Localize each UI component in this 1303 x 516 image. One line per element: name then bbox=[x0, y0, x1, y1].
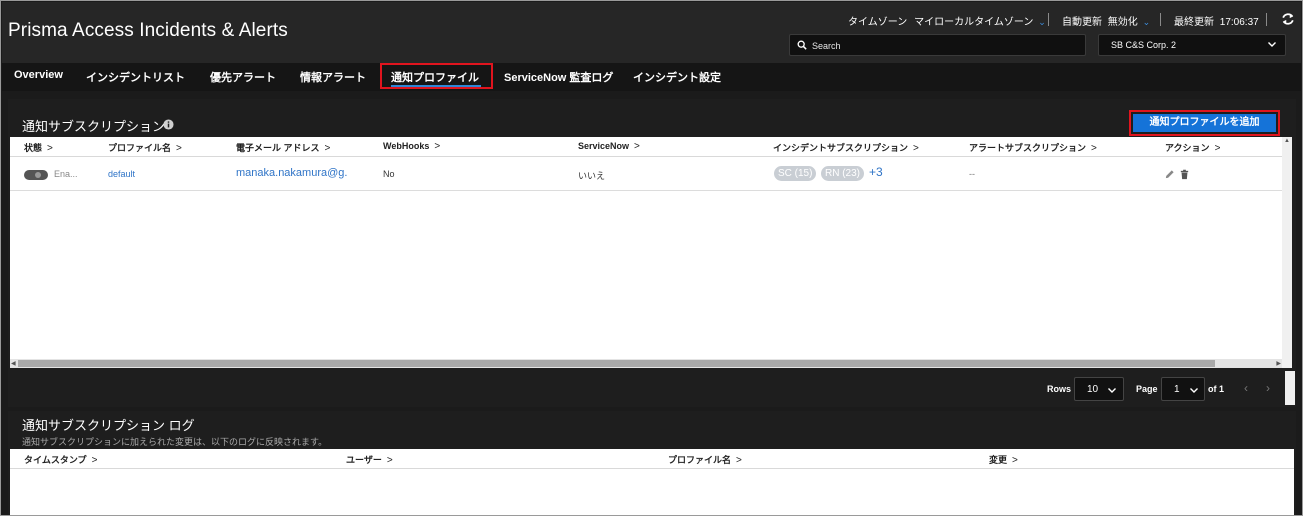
status-toggle[interactable] bbox=[24, 170, 48, 180]
active-tab-underline bbox=[391, 85, 481, 87]
tab-priority-alerts[interactable]: 優先アラート bbox=[210, 69, 276, 85]
last-update-time: 17:06:37 bbox=[1219, 17, 1259, 28]
scroll-right-icon[interactable]: ▶ bbox=[1276, 360, 1281, 367]
chevron-down-icon: ⌄ bbox=[1142, 17, 1151, 27]
column-header[interactable]: 電子メール アドレス > bbox=[236, 141, 330, 154]
servicenow-value: いいえ bbox=[578, 171, 606, 181]
scroll-left-icon[interactable]: ◀ bbox=[11, 360, 16, 367]
log-table: タイムスタンプ > ユーザー > プロファイル名 > 変更 > bbox=[10, 449, 1294, 515]
prev-page-button[interactable]: ‹ bbox=[1237, 379, 1255, 397]
outer-vertical-scrollbar[interactable] bbox=[1285, 371, 1295, 405]
chevron-down-icon bbox=[1268, 42, 1276, 47]
search-input[interactable] bbox=[812, 38, 1072, 53]
app-header: Prisma Access Incidents & Alerts タイムゾーン … bbox=[2, 2, 1301, 63]
page-label: Page bbox=[1136, 384, 1158, 394]
page-total: of 1 bbox=[1208, 384, 1225, 394]
last-update-label: 最終更新 bbox=[1174, 17, 1214, 28]
page-value: 1 bbox=[1174, 384, 1180, 395]
add-notification-profile-button[interactable]: 通知プロファイルを追加 bbox=[1133, 114, 1276, 132]
chevron-down-icon: ⌄ bbox=[1038, 17, 1046, 27]
column-header[interactable]: ユーザー > bbox=[346, 453, 393, 466]
column-header[interactable]: インシデントサブスクリプション > bbox=[773, 141, 919, 154]
tenant-value: SB C&S Corp. 2 bbox=[1111, 40, 1177, 50]
page-select[interactable]: 1 bbox=[1161, 377, 1205, 401]
last-update: 最終更新 17:06:37 bbox=[1174, 13, 1259, 28]
column-header[interactable]: ServiceNow > bbox=[578, 141, 640, 152]
email-link[interactable]: manaka.nakamura@g. bbox=[236, 167, 347, 179]
tab-overview[interactable]: Overview bbox=[14, 69, 63, 81]
trash-icon[interactable] bbox=[1179, 169, 1190, 180]
subscriptions-table: 状態 > プロファイル名 > 電子メール アドレス > WebHooks > Servi… bbox=[10, 137, 1282, 368]
column-header[interactable]: タイムスタンプ > bbox=[24, 453, 97, 466]
tab-info-alerts[interactable]: 情報アラート bbox=[300, 69, 366, 85]
table-row: Ena... default manaka.nakamura@g. No いいえ… bbox=[10, 158, 1282, 191]
chevron-down-icon bbox=[1108, 388, 1116, 393]
main-nav: Overview インシデントリスト 優先アラート 情報アラート 通知プロファイ… bbox=[2, 63, 1301, 91]
column-header[interactable]: プロファイル名 > bbox=[108, 141, 182, 154]
header-divider bbox=[1160, 13, 1161, 26]
incident-pill-rn: RN (23) bbox=[821, 166, 865, 181]
timezone-selector[interactable]: タイムゾーン マイローカルタイムゾーン ⌄ bbox=[848, 13, 1046, 28]
tab-incident-list[interactable]: インシデントリスト bbox=[86, 69, 185, 85]
alert-subscription-value: -- bbox=[969, 169, 975, 179]
tab-incident-settings[interactable]: インシデント設定 bbox=[633, 69, 721, 85]
subscription-log-panel: 通知サブスクリプション ログ 通知サブスクリプションに加えられた変更は、以下のロ… bbox=[8, 411, 1296, 515]
rows-per-page-value: 10 bbox=[1087, 384, 1099, 395]
app-title: Prisma Access Incidents & Alerts bbox=[8, 20, 288, 41]
incident-more-link[interactable]: +3 bbox=[869, 165, 883, 179]
edit-icon[interactable] bbox=[1164, 169, 1175, 180]
header-divider bbox=[1266, 13, 1267, 26]
column-header[interactable]: アラートサブスクリプション > bbox=[969, 141, 1097, 154]
column-header[interactable]: プロファイル名 > bbox=[668, 453, 742, 466]
vertical-scrollbar[interactable]: ▲ bbox=[1282, 137, 1292, 368]
add-button-highlight: 通知プロファイルを追加 bbox=[1129, 110, 1280, 136]
tab-servicenow-audit-log[interactable]: ServiceNow 監査ログ bbox=[504, 69, 613, 85]
info-icon[interactable] bbox=[163, 119, 174, 130]
rows-label: Rows bbox=[1047, 384, 1072, 394]
table-header: タイムスタンプ > ユーザー > プロファイル名 > 変更 > bbox=[10, 449, 1294, 469]
next-page-button[interactable]: › bbox=[1259, 379, 1277, 397]
pagination: Rows 10 Page 1 of 1 ‹ › bbox=[8, 371, 1296, 405]
status-text: Ena... bbox=[54, 169, 78, 179]
column-header[interactable]: 状態 > bbox=[24, 141, 53, 154]
refresh-icon[interactable] bbox=[1281, 12, 1295, 26]
toggle-knob bbox=[35, 172, 41, 178]
profile-name-link[interactable]: default bbox=[108, 169, 135, 179]
timezone-label: タイムゾーン bbox=[848, 17, 908, 28]
header-divider bbox=[1048, 13, 1049, 26]
scroll-up-icon[interactable]: ▲ bbox=[1284, 138, 1290, 144]
timezone-value: マイローカルタイムゾーン bbox=[914, 17, 1034, 28]
webhooks-value: No bbox=[383, 169, 395, 179]
chevron-down-icon bbox=[1190, 388, 1198, 393]
incident-pill-sc: SC (15) bbox=[774, 166, 817, 181]
tenant-select[interactable]: SB C&S Corp. 2 bbox=[1098, 34, 1286, 56]
tab-notification-profiles[interactable]: 通知プロファイル bbox=[391, 69, 479, 85]
column-header[interactable]: アクション > bbox=[1165, 141, 1220, 154]
rows-per-page-select[interactable]: 10 bbox=[1074, 377, 1124, 401]
table-header: 状態 > プロファイル名 > 電子メール アドレス > WebHooks > Servi… bbox=[10, 137, 1282, 157]
scrollbar-thumb[interactable] bbox=[18, 360, 1215, 367]
auto-refresh-value: 無効化 bbox=[1107, 17, 1138, 28]
subscriptions-panel: 通知サブスクリプション 通知プロファイルを追加 状態 > プロファイル名 > 電子メ… bbox=[8, 99, 1296, 407]
column-header[interactable]: 変更 > bbox=[989, 453, 1018, 466]
app-window: Prisma Access Incidents & Alerts タイムゾーン … bbox=[0, 0, 1303, 516]
search-box[interactable] bbox=[789, 34, 1086, 56]
horizontal-scrollbar[interactable]: ◀ ▶ bbox=[10, 359, 1282, 368]
subscriptions-title: 通知サブスクリプション bbox=[22, 119, 166, 134]
search-icon bbox=[797, 40, 807, 50]
log-title: 通知サブスクリプション ログ bbox=[22, 418, 195, 433]
auto-refresh-label: 自動更新 bbox=[1062, 17, 1102, 28]
column-header[interactable]: WebHooks > bbox=[383, 141, 440, 152]
log-description: 通知サブスクリプションに加えられた変更は、以下のログに反映されます。 bbox=[22, 437, 328, 447]
auto-refresh-selector[interactable]: 自動更新 無効化 ⌄ bbox=[1062, 13, 1150, 28]
